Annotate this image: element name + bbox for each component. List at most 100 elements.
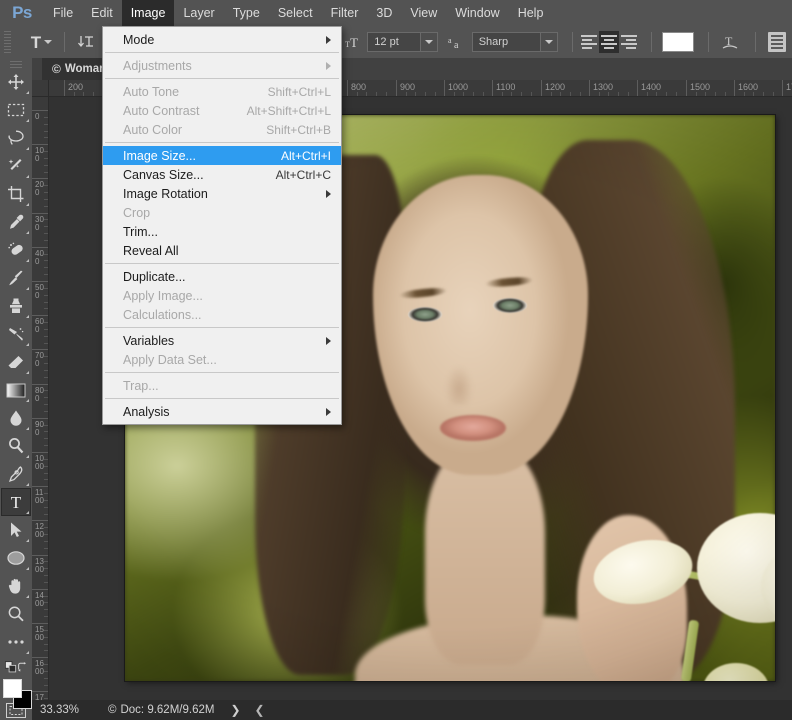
menu-window[interactable]: Window bbox=[446, 0, 508, 26]
spot-healing-brush-tool[interactable] bbox=[1, 236, 31, 264]
menu-item-canvas-size[interactable]: Canvas Size... Alt+Ctrl+C bbox=[103, 165, 341, 184]
ruler-minor-tick bbox=[44, 287, 48, 289]
crop-tool[interactable] bbox=[1, 180, 31, 208]
menu-filter[interactable]: Filter bbox=[322, 0, 368, 26]
toggle-text-orientation-button[interactable] bbox=[71, 29, 101, 55]
quick-selection-tool[interactable] bbox=[1, 152, 31, 180]
default-foreground-background-icon[interactable] bbox=[5, 660, 17, 674]
ruler-minor-tick bbox=[44, 130, 48, 132]
menu-item-duplicate[interactable]: Duplicate... bbox=[103, 267, 341, 286]
menu-item-label: Auto Contrast bbox=[123, 103, 200, 118]
eraser-tool[interactable] bbox=[1, 348, 31, 376]
gradient-tool[interactable] bbox=[1, 376, 31, 404]
ruler-tick bbox=[32, 623, 48, 624]
menu-item-analysis[interactable]: Analysis bbox=[103, 402, 341, 421]
ruler-minor-tick bbox=[44, 513, 48, 515]
ruler-label: 1200 bbox=[35, 522, 44, 540]
menu-layer[interactable]: Layer bbox=[174, 0, 223, 26]
ruler-minor-tick bbox=[44, 328, 48, 330]
submenu-arrow-icon bbox=[326, 407, 331, 416]
foreground-color-swatch[interactable] bbox=[3, 679, 22, 698]
ruler-minor-tick bbox=[385, 92, 387, 96]
clone-stamp-tool[interactable] bbox=[1, 292, 31, 320]
history-brush-tool[interactable] bbox=[1, 320, 31, 348]
align-text-right-button[interactable] bbox=[619, 31, 639, 53]
image-menu-dropdown[interactable]: Mode Adjustments Auto Tone Shift+Ctrl+L Auto… bbox=[102, 26, 342, 425]
menu-item-auto-contrast: Auto Contrast Alt+Shift+Ctrl+L bbox=[103, 101, 341, 120]
status-bar: 33.33% © Doc: 9.62M/9.62M ❯ ❮ bbox=[0, 700, 792, 720]
ruler-minor-tick bbox=[715, 92, 717, 96]
rectangular-marquee-tool[interactable] bbox=[1, 96, 31, 124]
menu-item-trim[interactable]: Trim... bbox=[103, 222, 341, 241]
tools-panel-grip[interactable] bbox=[0, 58, 32, 68]
ruler-origin[interactable] bbox=[32, 80, 49, 97]
ruler-label: 1500 bbox=[35, 625, 44, 642]
ruler-minor-tick bbox=[83, 92, 85, 96]
ruler-minor-tick bbox=[425, 92, 427, 96]
align-text-left-button[interactable] bbox=[579, 31, 599, 53]
menu-item-variables[interactable]: Variables bbox=[103, 331, 341, 350]
font-size-select[interactable]: 12 pt bbox=[367, 32, 438, 52]
ruler-minor-tick bbox=[44, 650, 48, 652]
menu-view[interactable]: View bbox=[401, 0, 446, 26]
chevron-down-icon[interactable] bbox=[540, 33, 558, 51]
ruler-minor-tick bbox=[44, 547, 48, 549]
menu-file[interactable]: File bbox=[44, 0, 82, 26]
menu-item-label: Crop bbox=[123, 205, 151, 220]
zoom-tool[interactable] bbox=[1, 600, 31, 628]
path-selection-tool[interactable] bbox=[1, 516, 31, 544]
crop-icon bbox=[8, 186, 24, 202]
ruler-label: 1000 bbox=[35, 454, 44, 471]
menu-3d[interactable]: 3D bbox=[367, 0, 401, 26]
menu-type[interactable]: Type bbox=[224, 0, 269, 26]
menu-separator bbox=[105, 78, 339, 79]
zoom-level-field[interactable]: 33.33% bbox=[32, 704, 98, 716]
menu-edit[interactable]: Edit bbox=[82, 0, 122, 26]
menu-help[interactable]: Help bbox=[509, 0, 553, 26]
ruler-minor-tick bbox=[44, 294, 48, 296]
toggle-character-paragraph-panels-button[interactable] bbox=[762, 29, 792, 55]
blur-tool[interactable] bbox=[1, 404, 31, 432]
text-color-swatch[interactable] bbox=[661, 32, 695, 52]
ellipse-tool[interactable] bbox=[1, 544, 31, 572]
ruler-tick bbox=[492, 80, 493, 96]
antialias-select[interactable]: Sharp bbox=[471, 32, 559, 52]
menu-item-image-rotation[interactable]: Image Rotation bbox=[103, 184, 341, 203]
menu-item-image-size[interactable]: Image Size... Alt+Ctrl+I bbox=[103, 146, 341, 165]
chevron-down-icon[interactable] bbox=[419, 33, 437, 51]
tool-preset-picker[interactable]: T bbox=[25, 29, 58, 55]
options-bar-grip[interactable] bbox=[2, 26, 13, 58]
menu-item-reveal-all[interactable]: Reveal All bbox=[103, 241, 341, 260]
photoshop-logo: Ps bbox=[12, 3, 32, 22]
edit-toolbar-button[interactable] bbox=[1, 628, 31, 656]
ruler-minor-tick bbox=[44, 226, 48, 228]
menu-item-label: Image Rotation bbox=[123, 186, 208, 201]
lasso-tool[interactable] bbox=[1, 124, 31, 152]
ruler-minor-tick bbox=[366, 92, 368, 96]
ruler-minor-tick bbox=[44, 233, 48, 235]
menu-item-mode[interactable]: Mode bbox=[103, 30, 341, 49]
align-text-center-button[interactable] bbox=[599, 31, 619, 53]
menu-item-shortcut: Alt+Shift+Ctrl+L bbox=[246, 103, 331, 118]
font-size-value: 12 pt bbox=[374, 36, 399, 48]
pen-tool[interactable] bbox=[1, 460, 31, 488]
horizontal-type-tool[interactable]: T bbox=[1, 488, 31, 516]
menu-select[interactable]: Select bbox=[269, 0, 322, 26]
menu-item-label: Calculations... bbox=[123, 307, 202, 322]
chevron-left-icon[interactable]: ❮ bbox=[247, 703, 273, 717]
dodge-tool[interactable] bbox=[1, 432, 31, 460]
warp-text-button[interactable]: T bbox=[715, 29, 745, 55]
ruler-tick bbox=[32, 144, 48, 146]
hand-tool[interactable] bbox=[1, 572, 31, 600]
chevron-right-icon[interactable]: ❯ bbox=[224, 703, 246, 717]
move-tool[interactable] bbox=[1, 68, 31, 96]
ruler-minor-tick bbox=[44, 499, 48, 501]
ruler-minor-tick bbox=[656, 92, 658, 96]
brush-tool[interactable] bbox=[1, 264, 31, 292]
gradient-icon bbox=[6, 383, 26, 397]
vertical-ruler[interactable]: 0 100 200 300 400 500 600 700 800 900 1000 1100 1200… bbox=[32, 97, 49, 700]
menu-image[interactable]: Image bbox=[121, 0, 175, 26]
swap-colors-icon[interactable] bbox=[17, 660, 29, 674]
document-info[interactable]: © Doc: 9.62M/9.62M bbox=[98, 704, 224, 716]
eyedropper-tool[interactable] bbox=[1, 208, 31, 236]
